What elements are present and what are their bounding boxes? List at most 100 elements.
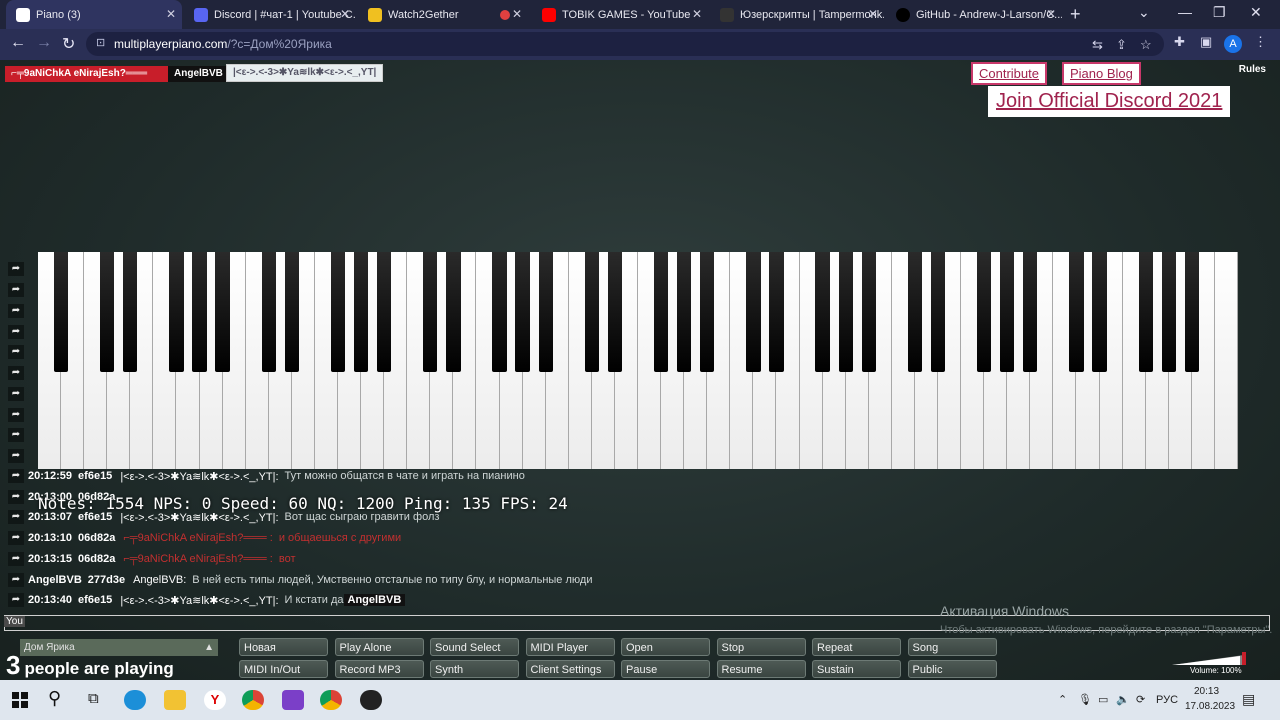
message-author[interactable]: AngelBVB: bbox=[133, 574, 186, 586]
control-button[interactable]: Record MP3 bbox=[334, 660, 424, 678]
control-button[interactable]: Play Alone bbox=[334, 638, 424, 656]
control-button[interactable]: Repeat bbox=[812, 638, 901, 656]
control-button[interactable]: Client Settings bbox=[525, 660, 615, 678]
black-key[interactable] bbox=[815, 252, 830, 372]
reply-arrow-icon[interactable]: ➦ bbox=[8, 510, 24, 524]
reply-arrow-icon[interactable]: ➦ bbox=[8, 304, 24, 318]
yandex-browser-icon[interactable]: Y bbox=[204, 690, 226, 710]
participant-name[interactable]: AngelBVB bbox=[168, 66, 229, 82]
black-key[interactable] bbox=[769, 252, 784, 372]
piano-blog-link[interactable]: Piano Blog bbox=[1062, 62, 1141, 85]
reply-arrow-icon[interactable]: ➦ bbox=[8, 345, 24, 359]
tab-discord[interactable]: Discord | #чат-1 | Youtube C... ✕ bbox=[184, 0, 356, 29]
control-button[interactable]: Sustain bbox=[812, 660, 901, 678]
black-key[interactable] bbox=[353, 252, 369, 372]
control-button[interactable]: Public bbox=[907, 660, 997, 678]
close-icon[interactable]: ✕ bbox=[868, 7, 878, 21]
close-icon[interactable]: ✕ bbox=[340, 7, 350, 21]
control-button[interactable]: MIDI Player bbox=[525, 638, 615, 656]
reply-arrow-icon[interactable]: ➦ bbox=[8, 449, 24, 463]
volume-slider[interactable]: Volume: 100% bbox=[1172, 652, 1252, 678]
reply-arrow-icon[interactable]: ➦ bbox=[8, 469, 24, 483]
control-button[interactable]: MIDI In/Out bbox=[239, 660, 328, 678]
black-key[interactable] bbox=[861, 252, 876, 372]
contribute-link[interactable]: Contribute bbox=[971, 62, 1047, 85]
control-button[interactable]: Song bbox=[907, 638, 997, 656]
url-input[interactable]: ⊡ multiplayerpiano.com/?c=Дом%20Ярика ⇆ … bbox=[86, 32, 1164, 56]
black-key[interactable] bbox=[1069, 252, 1084, 372]
translate-icon[interactable]: ⇆ bbox=[1092, 37, 1103, 53]
black-key[interactable] bbox=[284, 252, 299, 372]
reply-arrow-icon[interactable]: ➦ bbox=[8, 531, 24, 545]
reply-arrow-icon[interactable]: ➦ bbox=[8, 387, 24, 401]
microphone-icon[interactable]: 🎙 bbox=[1078, 693, 1092, 706]
black-key[interactable] bbox=[907, 252, 923, 372]
clock-date[interactable]: 17.08.2023 bbox=[1185, 701, 1235, 712]
minimize-icon[interactable]: — bbox=[1178, 4, 1192, 20]
chrome-icon[interactable] bbox=[242, 690, 264, 710]
avatar[interactable]: A bbox=[1224, 35, 1242, 53]
sync-icon[interactable]: ⟳ bbox=[1136, 693, 1145, 706]
black-key[interactable] bbox=[446, 252, 461, 372]
black-key[interactable] bbox=[677, 252, 692, 372]
extensions-icon[interactable]: ✚ bbox=[1174, 34, 1185, 50]
reply-arrow-icon[interactable]: ➦ bbox=[8, 366, 24, 380]
control-button[interactable]: Open bbox=[621, 638, 710, 656]
reply-arrow-icon[interactable]: ➦ bbox=[8, 490, 24, 504]
black-key[interactable] bbox=[377, 252, 392, 372]
network-icon[interactable]: ▭ bbox=[1098, 693, 1108, 706]
close-icon[interactable]: ✕ bbox=[1046, 7, 1056, 21]
black-key[interactable] bbox=[930, 252, 946, 372]
black-key[interactable] bbox=[607, 252, 623, 372]
reload-icon[interactable]: ↻ bbox=[62, 34, 75, 54]
black-key[interactable] bbox=[100, 252, 115, 372]
message-author[interactable]: ⌐╤9aNiChkA eNirajEsh?═══ : bbox=[123, 553, 272, 565]
back-icon[interactable]: ← bbox=[10, 34, 26, 52]
black-key[interactable] bbox=[1023, 252, 1038, 372]
black-key[interactable] bbox=[169, 252, 184, 372]
file-explorer-icon[interactable] bbox=[164, 690, 186, 710]
tab-youtube[interactable]: TOBIK GAMES - YouTube ✕ bbox=[532, 0, 708, 29]
menu-icon[interactable]: ⋮ bbox=[1254, 34, 1267, 50]
new-tab-icon[interactable]: + bbox=[1070, 4, 1081, 25]
white-key[interactable] bbox=[1214, 252, 1238, 469]
reply-arrow-icon[interactable]: ➦ bbox=[8, 428, 24, 442]
control-button[interactable]: Stop bbox=[716, 638, 806, 656]
piano-keyboard[interactable] bbox=[38, 252, 1238, 469]
black-key[interactable] bbox=[700, 252, 715, 372]
reply-arrow-icon[interactable]: ➦ bbox=[8, 593, 24, 607]
reply-arrow-icon[interactable]: ➦ bbox=[8, 325, 24, 339]
language-indicator[interactable]: РУС bbox=[1156, 694, 1178, 706]
black-key[interactable] bbox=[653, 252, 669, 372]
obs-icon[interactable] bbox=[360, 690, 382, 710]
bookmark-star-icon[interactable]: ☆ bbox=[1140, 37, 1152, 53]
black-key[interactable] bbox=[838, 252, 853, 372]
control-button[interactable]: Pause bbox=[621, 660, 710, 678]
black-key[interactable] bbox=[584, 252, 599, 372]
notifications-icon[interactable]: ▤ bbox=[1242, 691, 1255, 708]
edge-icon[interactable] bbox=[124, 690, 146, 710]
control-button[interactable]: Sound Select bbox=[430, 638, 519, 656]
tray-expand-icon[interactable]: ⌃ bbox=[1058, 693, 1067, 706]
windows-start-icon[interactable] bbox=[12, 692, 28, 708]
forward-icon[interactable]: → bbox=[36, 34, 52, 52]
share-icon[interactable]: ⇪ bbox=[1116, 37, 1127, 53]
message-author[interactable]: ⌐╤9aNiChkA eNirajEsh?═══ : bbox=[123, 532, 272, 544]
reply-arrow-icon[interactable]: ➦ bbox=[8, 573, 24, 587]
participant-name[interactable]: ⌐╤9aNiChkA eNirajEsh?═══ bbox=[5, 66, 177, 82]
close-icon[interactable]: ✕ bbox=[692, 7, 702, 21]
black-key[interactable] bbox=[538, 252, 553, 372]
tab-piano[interactable]: Piano (3) ✕ bbox=[6, 0, 182, 29]
black-key[interactable] bbox=[1092, 252, 1107, 372]
black-key[interactable] bbox=[746, 252, 761, 372]
window-close-icon[interactable]: ✕ bbox=[1250, 4, 1262, 21]
speaker-icon[interactable]: 🔈 bbox=[1116, 693, 1130, 706]
tab-tampermonkey[interactable]: Юзерскрипты | Tampermonk... ✕ bbox=[710, 0, 884, 29]
control-button[interactable]: Новая комната... bbox=[239, 638, 328, 672]
reply-arrow-icon[interactable]: ➦ bbox=[8, 262, 24, 276]
message-author[interactable]: |<ε->.<-3>✱Ya≋lk✱<ε->.<_,YT|: bbox=[120, 470, 278, 483]
reply-arrow-icon[interactable]: ➦ bbox=[8, 283, 24, 297]
sidebar-icon[interactable]: ▣ bbox=[1200, 34, 1212, 50]
black-key[interactable] bbox=[423, 252, 438, 372]
task-view-icon[interactable]: ⧉ bbox=[88, 690, 99, 707]
